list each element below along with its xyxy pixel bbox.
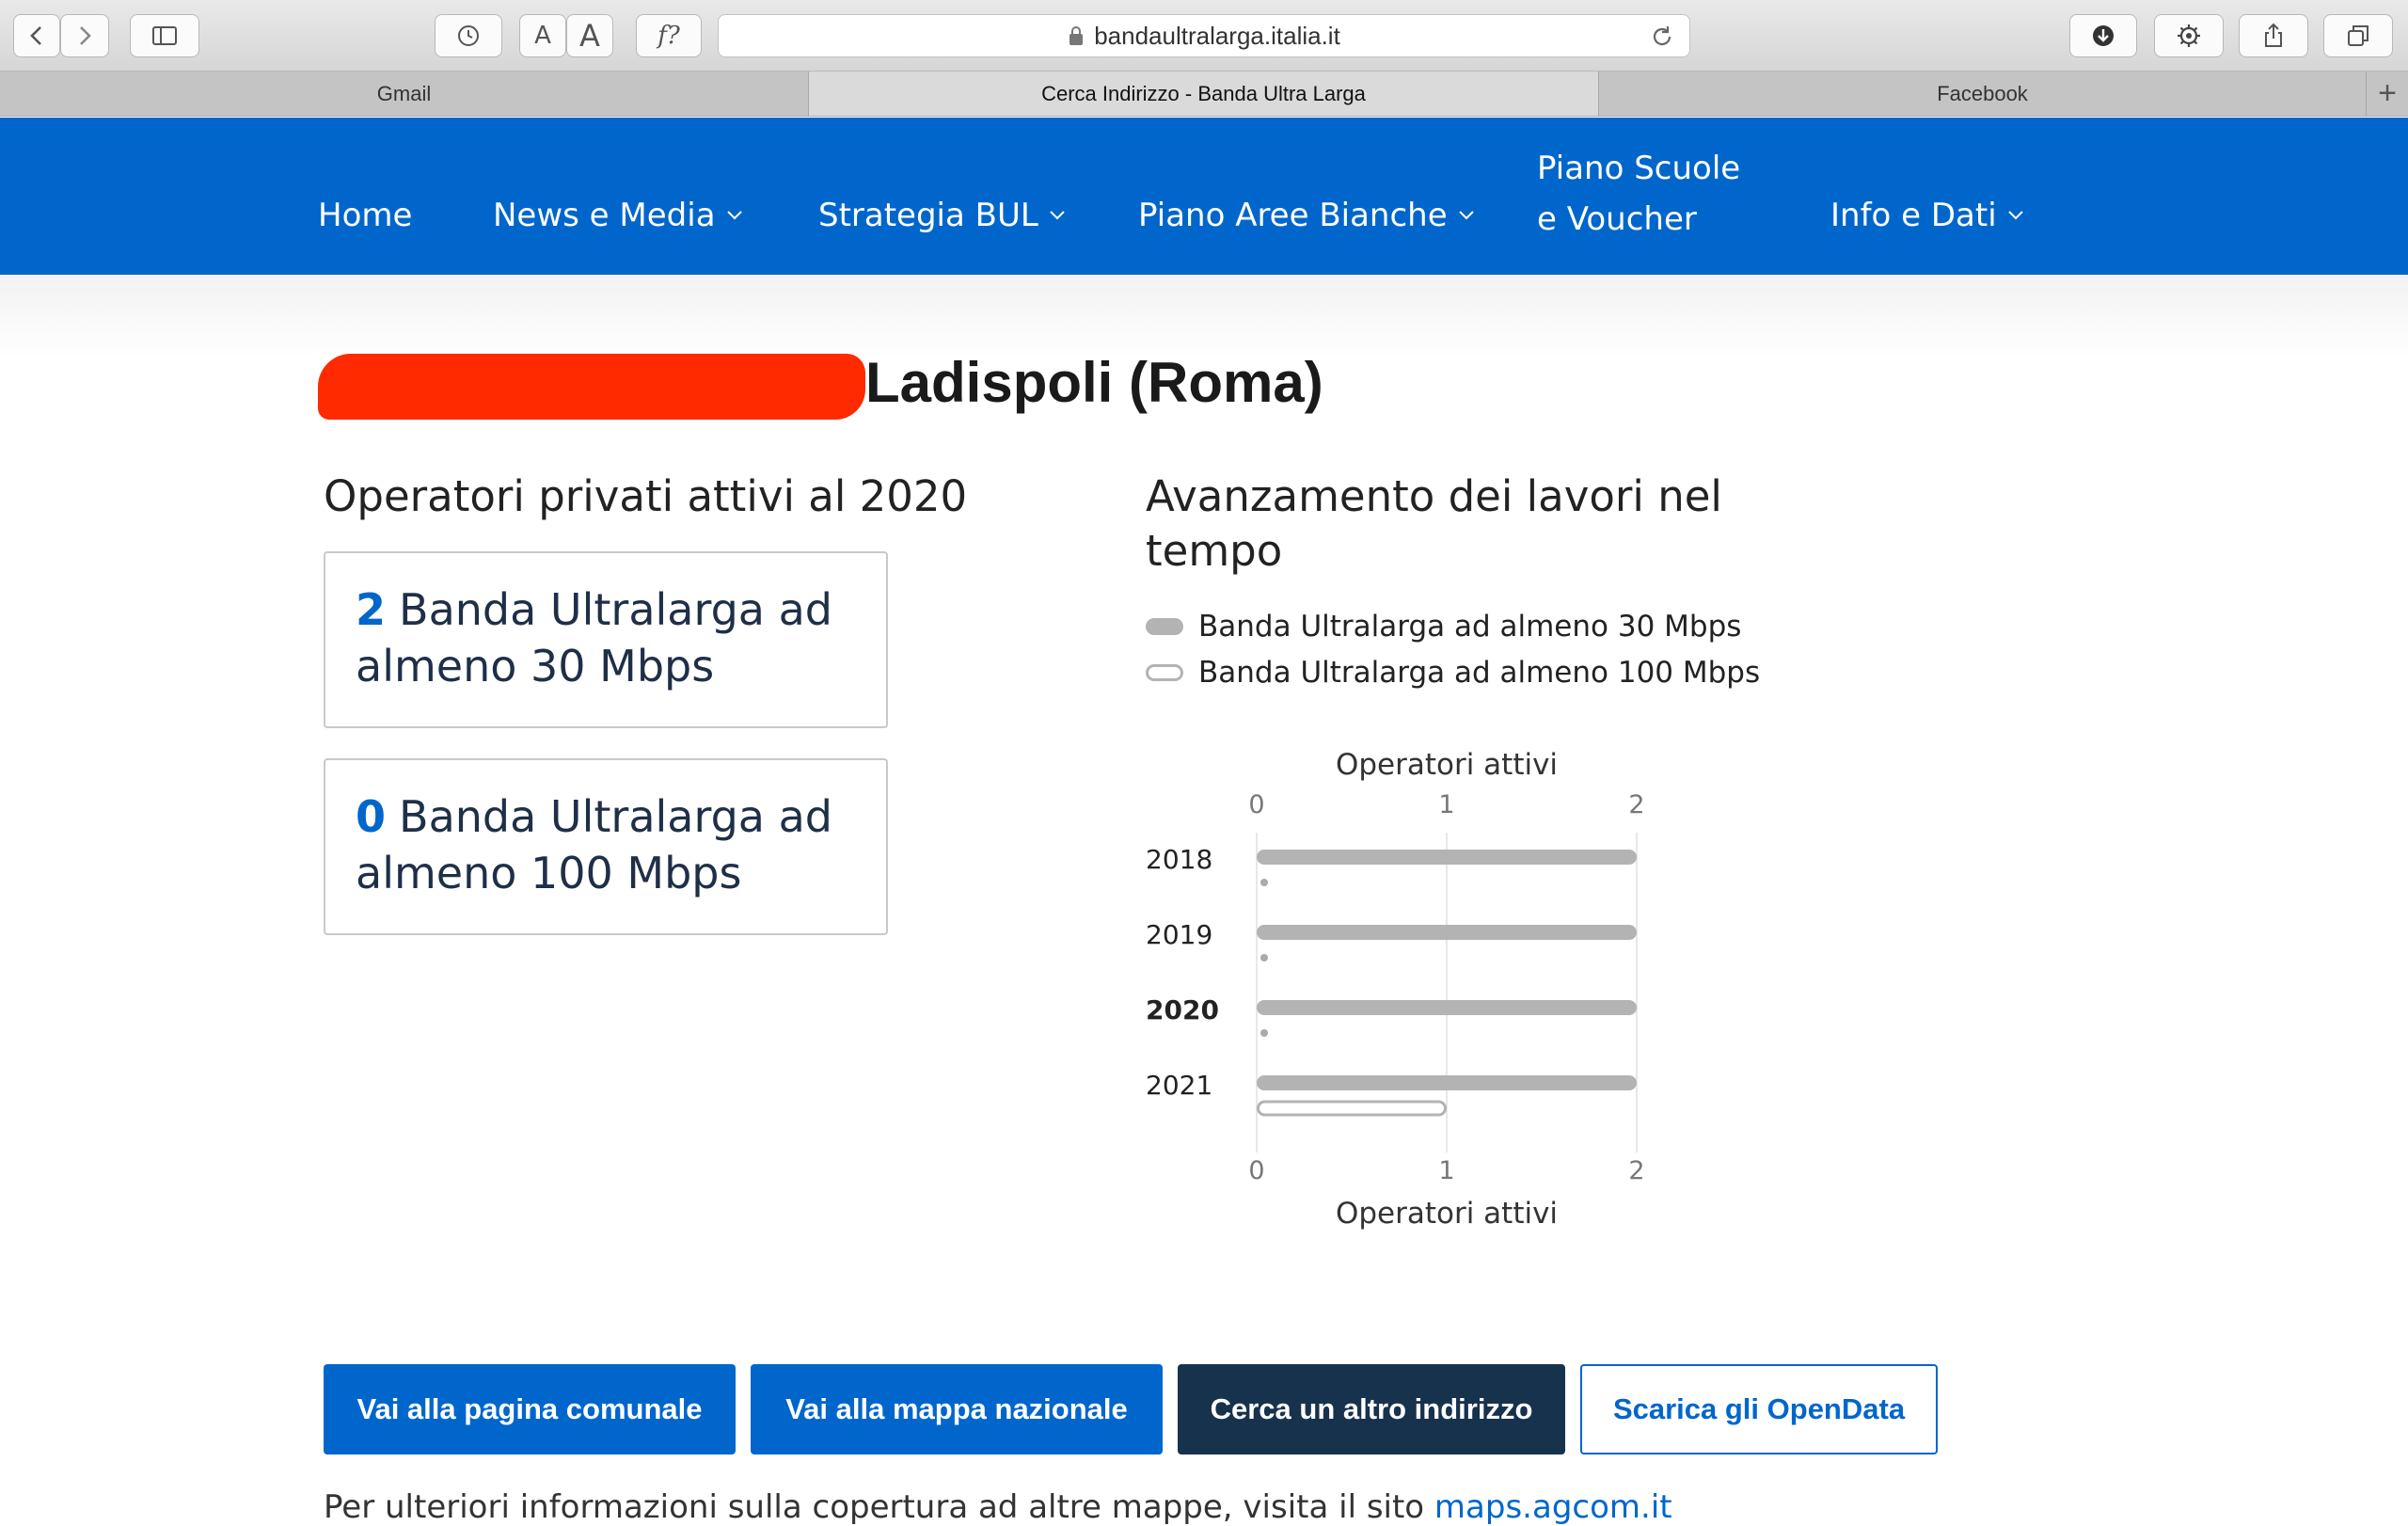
back-button[interactable] — [13, 14, 60, 57]
bar-100mbps — [1257, 1100, 1447, 1117]
operator-label-line2: almeno 100 Mbps — [356, 848, 742, 898]
nav-info-label: Info e Dati — [1830, 197, 1997, 234]
bar-100mbps-zero-marker — [1260, 954, 1268, 962]
nav-strategia-bul[interactable]: Strategia BUL — [818, 197, 1067, 234]
bar-30mbps — [1257, 850, 1637, 865]
bar-30mbps — [1257, 1075, 1637, 1090]
nav-piano-scuole[interactable]: Piano Scuole e Voucher — [1537, 143, 1740, 245]
place-name: Ladispoli (Roma) — [865, 351, 1323, 414]
url-text: bandaultralarga.italia.it — [1094, 21, 1340, 50]
clock-icon — [458, 25, 479, 46]
x-axis-title-bottom: Operatori attivi — [1336, 1197, 1558, 1231]
x-tick-label-top: 2 — [1628, 790, 1644, 819]
y-category-label: 2018 — [1146, 844, 1212, 875]
chevron-down-icon — [1458, 211, 1474, 220]
reload-icon[interactable] — [1648, 23, 1676, 51]
nav-home[interactable]: Home — [318, 197, 412, 234]
progress-chart: Operatori attivi Operatori attivi 0 0 1 1 2 2 20… — [1146, 748, 1645, 1231]
x-tick-label-top: 0 — [1248, 790, 1264, 819]
tab-bar: Gmail Cerca Indirizzo - Banda Ultra Larg… — [0, 72, 2408, 117]
legend-100mbps: Banda Ultralarga ad almeno 100 Mbps — [1146, 656, 1760, 690]
lock-icon — [1069, 26, 1084, 45]
nav-news-e-media[interactable]: News e Media — [493, 197, 744, 234]
cerca-altro-indirizzo-button[interactable]: Cerca un altro indirizzo — [1178, 1364, 1565, 1454]
address-bar[interactable]: bandaultralarga.italia.it — [718, 14, 1690, 57]
bar-100mbps-zero-marker — [1260, 1029, 1268, 1037]
operator-count: 0 — [356, 791, 387, 842]
sidebar-icon — [152, 26, 177, 45]
chevron-down-icon — [2007, 211, 2023, 220]
tab-gmail[interactable]: Gmail — [0, 72, 809, 116]
nav-strategia-label: Strategia BUL — [818, 197, 1038, 234]
operator-label-line2: almeno 30 Mbps — [356, 641, 715, 691]
nav-scuole-label-1: Piano Scuole — [1537, 150, 1741, 187]
legend-30mbps: Banda Ultralarga ad almeno 30 Mbps — [1146, 610, 1741, 644]
footer-text: Per ulteriori informazioni sulla copertu… — [324, 1488, 1434, 1526]
tab-cerca-indirizzo[interactable]: Cerca Indirizzo - Banda Ultra Larga — [809, 72, 1599, 116]
legend-swatch-filled — [1146, 618, 1183, 635]
formula-button[interactable]: f? — [636, 14, 702, 57]
nav-home-label: Home — [318, 197, 413, 234]
bar-30mbps — [1257, 925, 1637, 940]
operator-label-line1: Banda Ultralarga ad — [399, 584, 832, 635]
vai-pagina-comunale-button[interactable]: Vai alla pagina comunale — [324, 1364, 736, 1454]
operator-count: 2 — [356, 584, 387, 635]
footer-note: Per ulteriori informazioni sulla copertu… — [324, 1488, 1672, 1526]
tab-overview-button[interactable] — [2323, 14, 2393, 57]
nav-news-label: News e Media — [493, 197, 716, 234]
vai-mappa-nazionale-button[interactable]: Vai alla mappa nazionale — [751, 1364, 1163, 1454]
progress-heading-line2: tempo — [1146, 526, 1283, 576]
x-tick-label-top: 1 — [1438, 790, 1454, 819]
text-smaller-button[interactable]: A — [519, 14, 566, 57]
share-button[interactable] — [2239, 14, 2308, 57]
operator-box-30mbps: 2 Banda Ultralarga ad almeno 30 Mbps — [324, 551, 888, 728]
tabs-icon — [2348, 25, 2368, 46]
chevron-down-icon — [1050, 211, 1065, 220]
site-navbar: Home News e Media Strategia BUL Piano Ar… — [0, 118, 2408, 275]
chevron-left-icon — [30, 26, 41, 45]
forward-button[interactable] — [60, 14, 109, 57]
y-category-label: 2021 — [1146, 1070, 1212, 1101]
chevron-right-icon — [80, 26, 91, 45]
operator-label-line1: Banda Ultralarga ad — [399, 791, 832, 842]
tab-facebook[interactable]: Facebook — [1599, 72, 2367, 116]
redaction-mark — [318, 354, 865, 421]
x-tick-label-bottom: 1 — [1438, 1156, 1454, 1185]
legend-label: Banda Ultralarga ad almeno 100 Mbps — [1198, 656, 1761, 690]
progress-heading-line1: Avanzamento dei lavori nel — [1146, 471, 1722, 521]
nav-piano-aree-bianche[interactable]: Piano Aree Bianche — [1138, 197, 1476, 234]
x-tick-label-bottom: 0 — [1248, 1156, 1264, 1185]
scarica-opendata-button[interactable]: Scarica gli OpenData — [1580, 1364, 1938, 1454]
downloads-button[interactable] — [2069, 14, 2137, 57]
settings-button[interactable] — [2154, 14, 2224, 57]
x-tick-label-bottom: 2 — [1628, 1156, 1644, 1185]
bar-100mbps-zero-marker — [1260, 879, 1268, 886]
text-larger-button[interactable]: A — [566, 14, 613, 57]
nav-aree-label: Piano Aree Bianche — [1138, 197, 1448, 234]
history-button[interactable] — [435, 14, 502, 57]
footer-link[interactable]: maps.agcom.it — [1434, 1488, 1672, 1526]
legend-label: Banda Ultralarga ad almeno 30 Mbps — [1198, 610, 1742, 644]
gear-icon — [2178, 24, 2200, 47]
browser-toolbar: A A f? bandaultralarga.italia.it — [0, 0, 2408, 72]
nav-scuole-label-2: e Voucher — [1537, 200, 1697, 238]
chevron-down-icon — [726, 211, 742, 220]
nav-info-e-dati[interactable]: Info e Dati — [1830, 197, 2025, 234]
new-tab-button[interactable]: + — [2367, 72, 2408, 116]
progress-heading: Avanzamento dei lavori nel tempo — [1146, 469, 1722, 579]
bar-30mbps — [1257, 1000, 1637, 1015]
y-category-label: 2019 — [1146, 919, 1212, 950]
operator-box-100mbps: 0 Banda Ultralarga ad almeno 100 Mbps — [324, 758, 888, 935]
page-title: Ladispoli (Roma) — [318, 350, 1323, 421]
sidebar-toggle-button[interactable] — [130, 14, 199, 57]
share-icon — [2265, 23, 2282, 47]
nav-shadow — [0, 275, 2408, 359]
download-icon — [2093, 25, 2114, 46]
operators-heading: Operatori privati attivi al 2020 — [324, 471, 968, 521]
x-axis-title-top: Operatori attivi — [1336, 748, 1558, 782]
y-category-label: 2020 — [1146, 994, 1219, 1025]
legend-swatch-outline — [1146, 664, 1183, 681]
